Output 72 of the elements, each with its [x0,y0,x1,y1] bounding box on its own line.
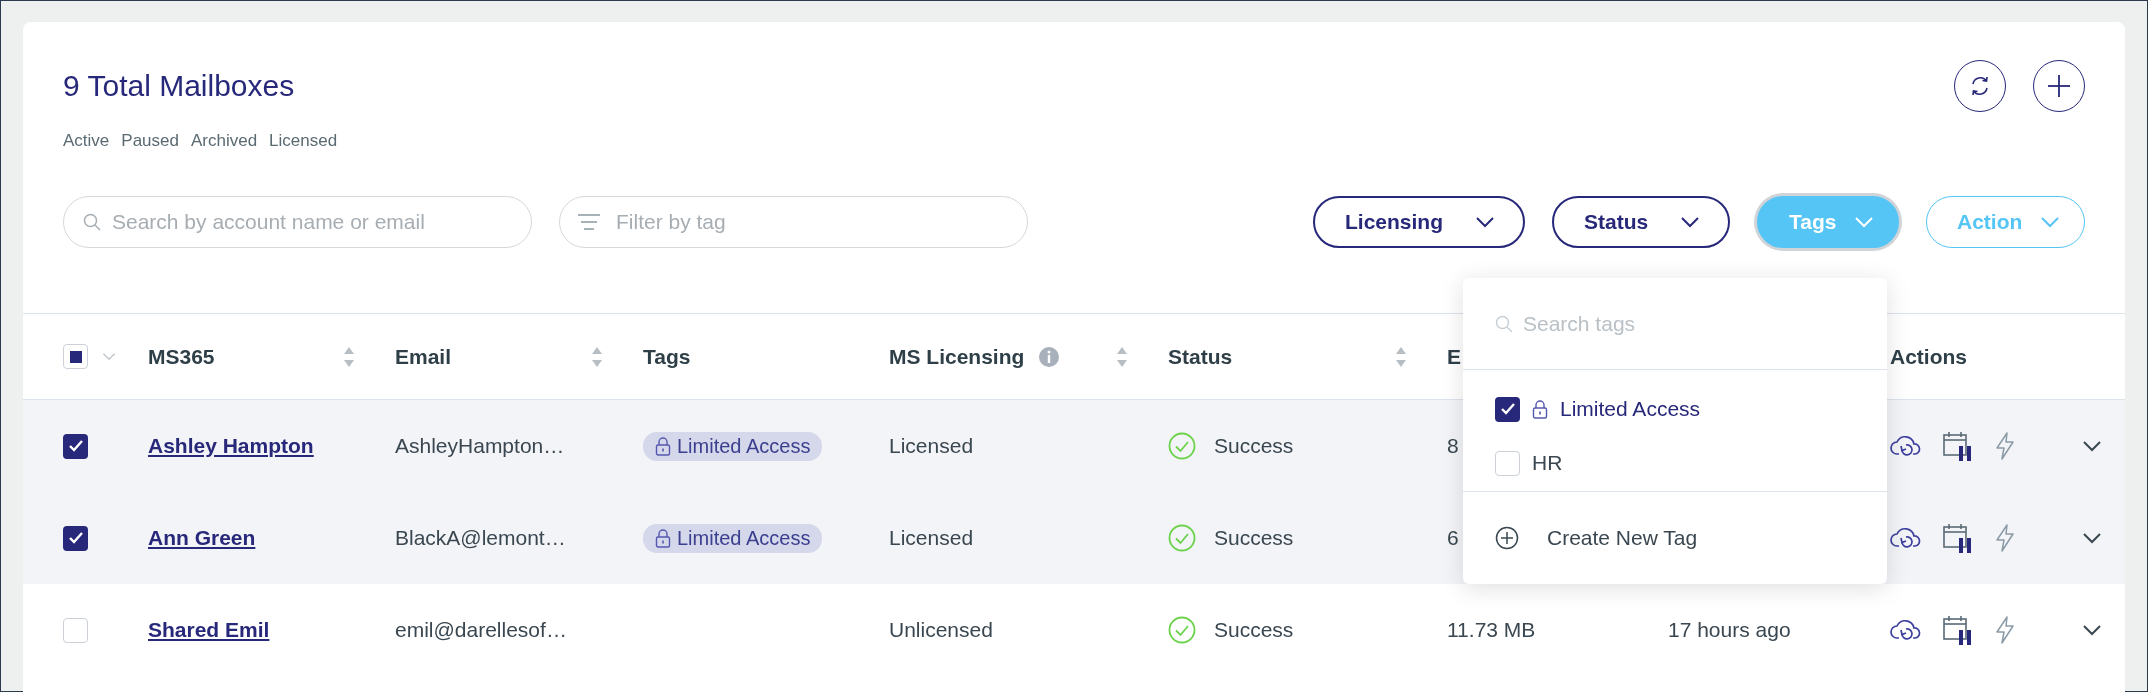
column-header[interactable]: Status [1168,344,1233,369]
lightning-icon[interactable] [1994,615,2016,645]
dropdown-button[interactable]: Licensing [1313,196,1525,248]
success-icon [1168,524,1196,552]
tag-chip: Limited Access [643,523,823,553]
lightning-icon[interactable] [1994,523,2016,553]
calendar-pause-icon[interactable] [1942,614,1974,646]
status-text: Success [1214,526,1294,550]
chevron-down-icon [1854,216,1875,228]
column-header: Tags [643,344,691,369]
tag-option[interactable]: HR [1532,451,1563,475]
calendar-pause-icon[interactable] [1942,522,1974,554]
tag-option[interactable]: Limited Access [1560,397,1701,421]
column-header[interactable]: MS Licensing [889,344,1025,369]
email-text: AshleyHampton… [395,434,565,458]
partial-mark-icon [69,350,82,363]
table-cell: 17 hours ago [1668,618,1791,642]
status-filter-link[interactable]: Licensed [269,131,338,151]
account-link[interactable]: Shared Emil [148,618,270,642]
tag-filter-field[interactable]: Filter by tag [559,196,1028,248]
table-cell: 8 [1447,434,1459,458]
select-all-checkbox[interactable] [63,344,88,369]
row-checkbox[interactable] [63,525,88,551]
account-link[interactable]: Ann Green [148,526,256,550]
expand-icon[interactable] [2082,440,2102,452]
plus-circle-icon[interactable] [1495,526,1519,550]
page-title: 9 Total Mailboxes [63,69,295,103]
tag-chip: Limited Access [643,431,823,461]
status-filter-link[interactable]: Active [63,131,110,151]
table-cell: 11.73 MB [1447,618,1536,642]
chevron-down-icon [1680,216,1700,228]
table-cell: 6 [1447,526,1459,550]
status-text: Success [1214,618,1294,642]
search-icon [83,213,101,231]
status-text: Success [1214,434,1294,458]
column-header: Actions [1890,344,1967,369]
row-checkbox[interactable] [63,617,88,643]
refresh-button[interactable] [1954,60,2006,112]
row-checkbox[interactable] [63,433,88,459]
checkbox[interactable] [1495,396,1520,422]
column-header: E [1447,344,1461,369]
column-header[interactable]: MS365 [148,344,215,369]
check-icon [1499,402,1516,416]
lightning-icon[interactable] [1994,431,2016,461]
search-field[interactable]: Search by account name or email [63,196,532,248]
column-header[interactable]: Email [395,344,452,369]
search-icon [1495,314,1513,333]
search-field[interactable]: Search tags [1523,311,1823,336]
caret-icon [102,352,116,361]
licensing-text: Licensed [889,526,974,550]
chevron-down-icon [2040,216,2061,228]
expand-icon[interactable] [2082,532,2102,544]
email-text: emil@darellesof… [395,618,567,642]
account-link[interactable]: Ashley Hampton [148,434,314,458]
filter-icon [577,213,601,231]
licensing-text: Licensed [889,434,974,458]
chevron-down-icon [1475,216,1495,228]
dropdown-button[interactable]: Status [1552,196,1730,248]
status-filter-link[interactable]: Paused [121,131,179,151]
check-icon [67,439,84,453]
licensing-text: Unlicensed [889,618,993,642]
plus-icon [2046,73,2072,99]
calendar-pause-icon[interactable] [1942,430,1974,462]
status-filter-link[interactable]: Archived [190,131,258,151]
email-text: BlackA@lemont… [395,526,566,550]
success-icon [1168,616,1196,644]
expand-icon[interactable] [2082,624,2102,636]
checkbox[interactable] [1495,450,1520,476]
create-tag-link[interactable]: Create New Tag [1547,526,1698,550]
add-button[interactable] [2033,60,2085,112]
check-icon [67,531,84,545]
success-icon [1168,432,1196,460]
